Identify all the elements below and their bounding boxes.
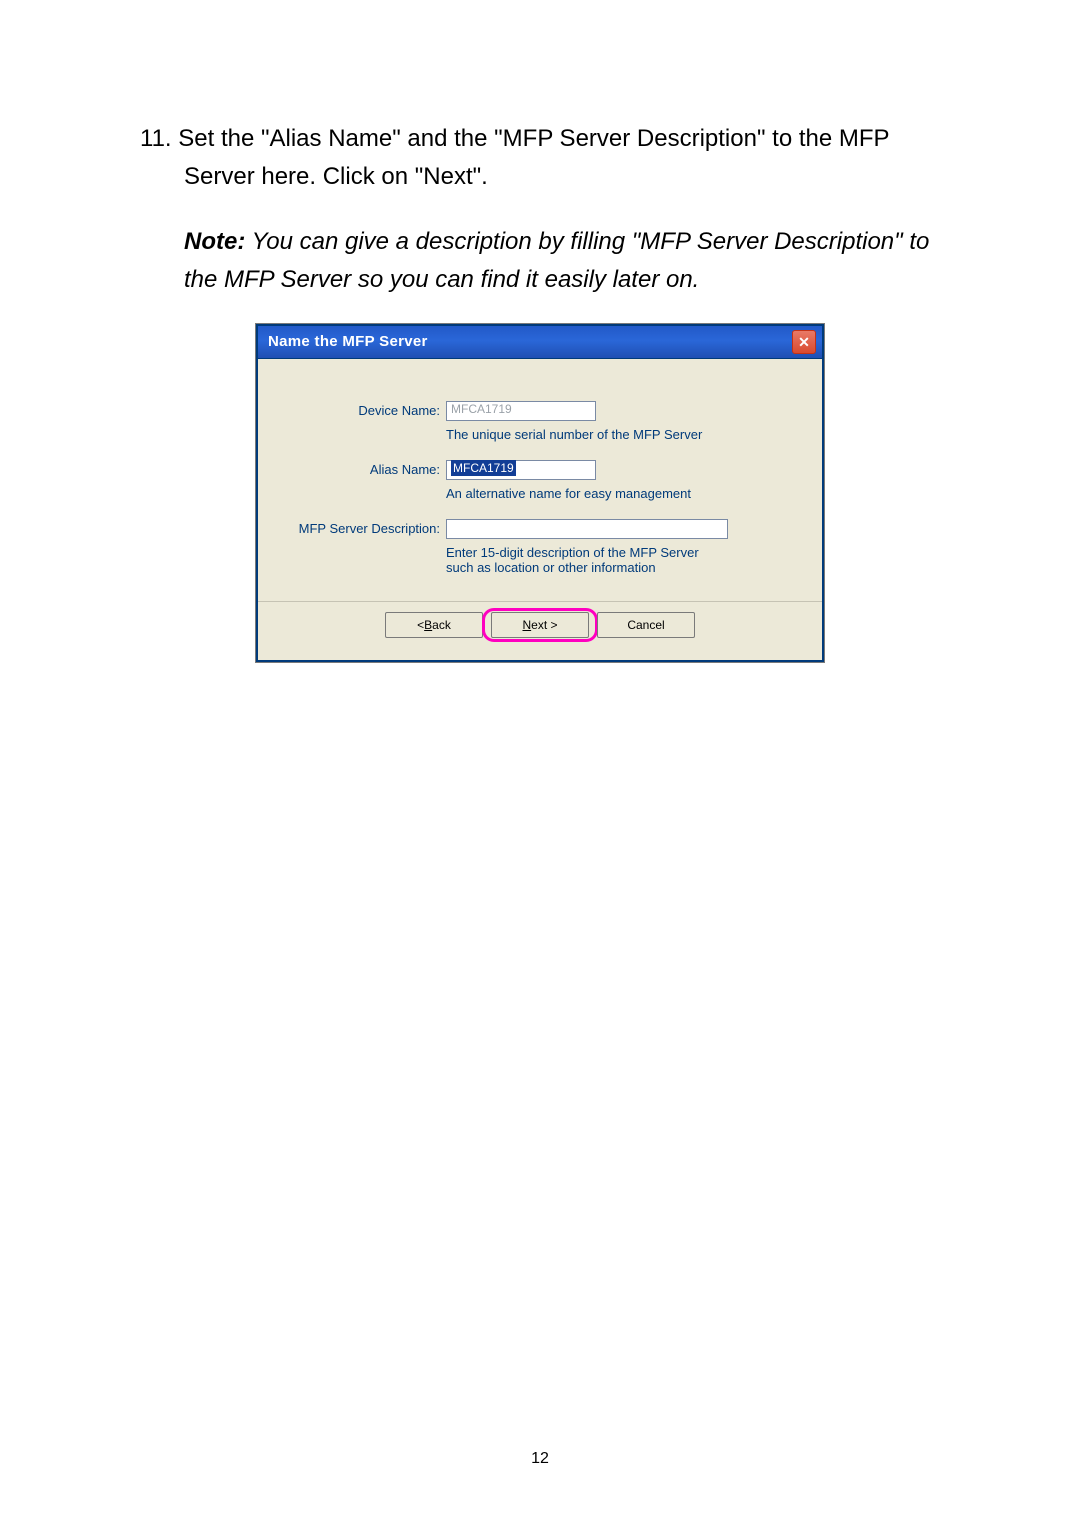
device-name-value: MFCA1719 <box>451 402 512 416</box>
back-mnemonic: B <box>424 618 432 632</box>
next-mnemonic: N <box>522 618 531 632</box>
device-name-help: The unique serial number of the MFP Serv… <box>446 427 798 442</box>
instruction-number: 11. <box>140 125 172 152</box>
dialog-window: Name the MFP Server ✕ Device Name: MFCA1… <box>256 324 824 662</box>
alias-name-input[interactable]: MFCA1719 <box>446 460 596 480</box>
title-bar: Name the MFP Server ✕ <box>258 326 822 359</box>
close-icon: ✕ <box>798 335 810 349</box>
note-text: You can give a description by filling "M… <box>184 228 929 293</box>
close-button[interactable]: ✕ <box>792 330 816 354</box>
device-name-label: Device Name: <box>282 403 446 418</box>
description-input[interactable] <box>446 519 728 539</box>
next-button[interactable]: Next > <box>491 612 589 638</box>
dialog-title: Name the MFP Server <box>268 333 428 350</box>
alias-name-label: Alias Name: <box>282 462 446 477</box>
note-paragraph: Note: You can give a description by fill… <box>140 223 940 300</box>
dialog-body: Device Name: MFCA1719 The unique serial … <box>258 359 822 660</box>
description-label: MFP Server Description: <box>282 521 446 536</box>
button-row: < Back Next > Cancel <box>282 602 798 642</box>
alias-name-value: MFCA1719 <box>451 460 516 476</box>
back-button[interactable]: < Back <box>385 612 483 638</box>
page-number: 12 <box>0 1450 1080 1468</box>
next-suffix: ext > <box>531 618 557 632</box>
description-help-2: such as location or other information <box>446 560 798 575</box>
device-name-input[interactable]: MFCA1719 <box>446 401 596 421</box>
cancel-label: Cancel <box>627 618 664 632</box>
back-prefix: < <box>417 618 424 632</box>
instruction-item: 11. Set the "Alias Name" and the "MFP Se… <box>140 120 940 197</box>
note-label: Note: <box>184 228 245 255</box>
back-suffix: ack <box>432 618 451 632</box>
alias-name-help: An alternative name for easy management <box>446 486 798 501</box>
cancel-button[interactable]: Cancel <box>597 612 695 638</box>
instruction-text: Set the "Alias Name" and the "MFP Server… <box>178 125 889 190</box>
description-help-1: Enter 15-digit description of the MFP Se… <box>446 545 798 560</box>
